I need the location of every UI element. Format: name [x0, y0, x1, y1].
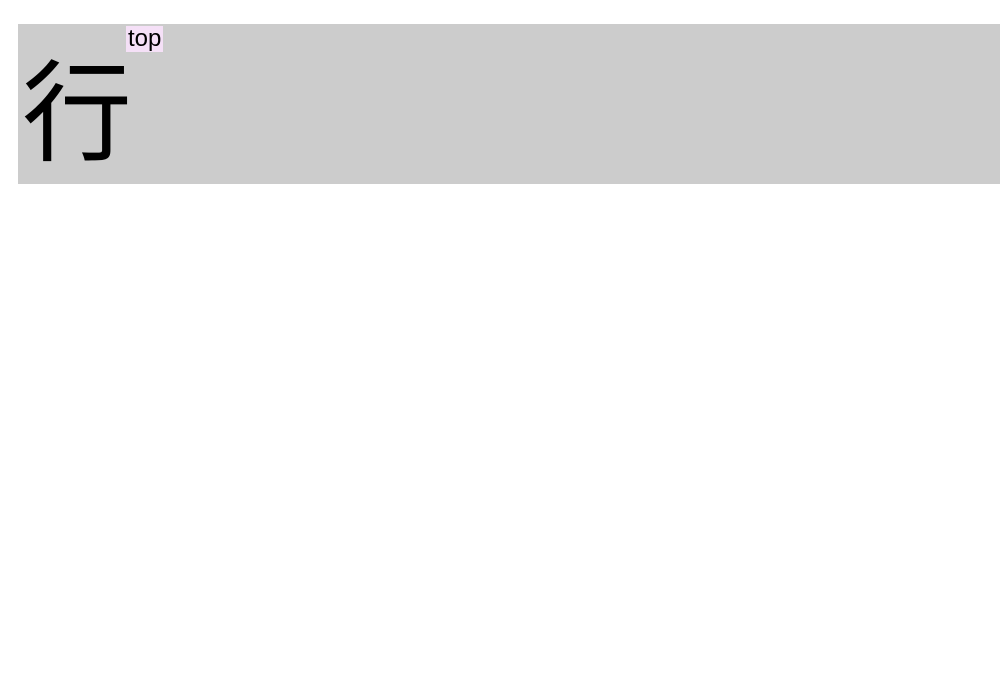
alignment-label: top	[126, 26, 163, 52]
header-bar: 行 top	[18, 24, 1000, 184]
cjk-glyph: 行	[22, 49, 132, 159]
